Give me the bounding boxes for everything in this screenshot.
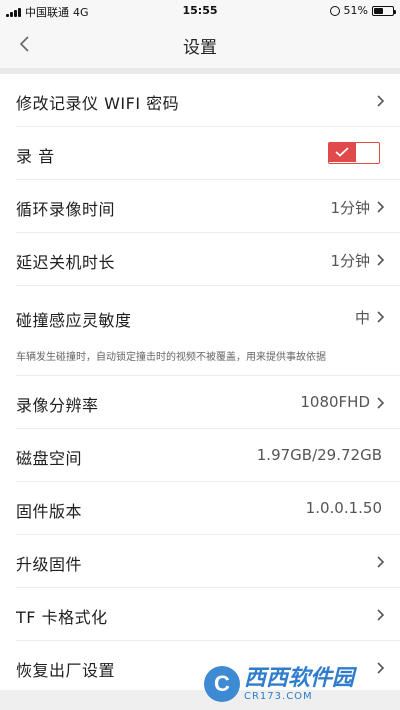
settings-row-label: 固件版本 — [16, 502, 83, 521]
settings-row-label: 录 音 — [16, 147, 55, 166]
recording-toggle[interactable] — [328, 142, 380, 164]
status-right: 51% — [329, 4, 396, 17]
settings-row[interactable]: TF 卡格式化 — [16, 588, 400, 641]
chevron-right-icon — [376, 554, 386, 568]
settings-row-label: 循环录像时间 — [16, 200, 116, 219]
settings-row[interactable]: 固件版本 1.0.0.1.50 — [16, 482, 400, 535]
chevron-right-icon — [376, 93, 386, 107]
settings-row-label: 修改记录仪 WIFI 密码 — [16, 94, 180, 113]
settings-row[interactable]: 录像分辨率 1080FHD — [16, 376, 400, 429]
watermark-main: 西西软件园 — [244, 665, 355, 691]
settings-row-description: 车辆发生碰撞时，自动锁定撞击时的视频不被覆盖，用来提供事故依据 — [16, 352, 326, 363]
settings-row-value: 1.97GB/29.72GB — [256, 446, 382, 464]
settings-row-label: 延迟关机时长 — [16, 253, 116, 272]
settings-row[interactable]: 升级固件 — [16, 535, 400, 588]
settings-row-label: 恢复出厂设置 — [16, 661, 116, 680]
battery-percent: 51% — [343, 4, 368, 17]
settings-row[interactable]: 延迟关机时长 1分钟 — [16, 233, 400, 286]
settings-row[interactable]: 循环录像时间 1分钟 — [16, 180, 400, 233]
settings-row-label: 碰撞感应灵敏度 — [16, 311, 132, 330]
status-bar: 中国联通 4G 15:55 51% — [0, 0, 400, 22]
settings-row-value: 中 — [354, 309, 370, 327]
settings-row-value: 1分钟 — [330, 199, 370, 217]
page-title: 设置 — [183, 38, 217, 58]
settings-row-label: 升级固件 — [16, 555, 83, 574]
settings-row[interactable]: 磁盘空间 1.97GB/29.72GB — [16, 429, 400, 482]
settings-row[interactable]: 录 音 — [16, 127, 400, 180]
chevron-right-icon — [376, 607, 386, 621]
toggle-check-icon — [329, 143, 356, 162]
settings-row[interactable]: 碰撞感应灵敏度车辆发生碰撞时，自动锁定撞击时的视频不被覆盖，用来提供事故依据 中 — [16, 286, 400, 376]
settings-row-value: 1080FHD — [300, 393, 370, 411]
settings-list: 修改记录仪 WIFI 密码录 音循环录像时间 1分钟 延迟关机时长 1分钟 碰撞感应灵敏… — [0, 74, 400, 694]
watermark-sub: CR173.COM — [244, 690, 313, 702]
settings-row-label: TF 卡格式化 — [16, 608, 108, 627]
battery-icon — [372, 5, 396, 16]
settings-row[interactable]: 修改记录仪 WIFI 密码 — [16, 74, 400, 127]
watermark-text: 西西软件园 CR173.COM — [244, 665, 355, 702]
alarm-icon — [329, 5, 340, 16]
chevron-right-icon — [376, 309, 386, 323]
nav-bar: 设置 — [0, 22, 400, 68]
settings-row-label: 磁盘空间 — [16, 449, 83, 468]
watermark-logo: C 西西软件园 CR173.COM — [204, 662, 394, 706]
watermark-c-icon: C — [204, 666, 240, 702]
settings-row-label: 录像分辨率 — [16, 396, 99, 415]
chevron-right-icon — [376, 199, 386, 213]
settings-row-value: 1.0.0.1.50 — [305, 499, 382, 517]
settings-row-value: 1分钟 — [330, 252, 370, 270]
chevron-right-icon — [376, 395, 386, 409]
chevron-right-icon — [376, 252, 386, 266]
